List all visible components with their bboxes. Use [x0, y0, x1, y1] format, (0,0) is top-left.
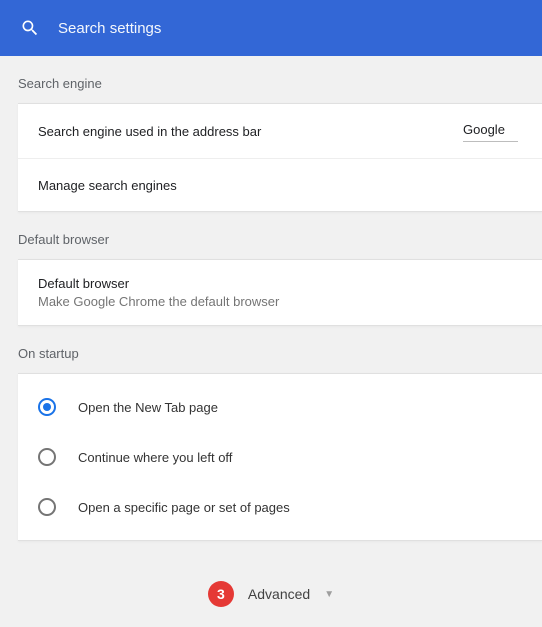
section-heading-on-startup: On startup — [0, 326, 542, 373]
startup-option-continue[interactable]: Continue where you left off — [18, 432, 542, 482]
chevron-down-icon: ▼ — [324, 589, 334, 600]
manage-search-engines-label: Manage search engines — [38, 178, 177, 193]
startup-option-specific-pages[interactable]: Open a specific page or set of pages — [18, 482, 542, 532]
search-engine-dropdown[interactable]: Google — [463, 120, 518, 142]
radio-icon — [38, 398, 56, 416]
search-icon — [20, 18, 40, 38]
search-engine-label-prefix: Search engine used in the — [38, 124, 193, 139]
startup-option-label: Continue where you left off — [78, 450, 232, 465]
manage-search-engines-row[interactable]: Manage search engines — [18, 159, 542, 211]
default-browser-card: Default browser Make Google Chrome the d… — [18, 259, 542, 326]
search-engine-addressbar-row[interactable]: Search engine used in the address bar Go… — [18, 104, 542, 159]
radio-icon — [38, 448, 56, 466]
radio-icon — [38, 498, 56, 516]
search-placeholder: Search settings — [58, 20, 161, 37]
default-browser-sub: Make Google Chrome the default browser — [38, 294, 522, 309]
step-badge: 3 — [208, 581, 234, 607]
settings-search-bar[interactable]: Search settings — [0, 0, 542, 56]
startup-option-label: Open a specific page or set of pages — [78, 500, 290, 515]
search-engine-card: Search engine used in the address bar Go… — [18, 103, 542, 212]
address-bar-link[interactable]: address bar — [193, 124, 262, 139]
default-browser-title: Default browser — [38, 276, 522, 291]
section-heading-default-browser: Default browser — [0, 212, 542, 259]
advanced-toggle[interactable]: 3 Advanced ▼ — [0, 541, 542, 627]
startup-option-new-tab[interactable]: Open the New Tab page — [18, 382, 542, 432]
default-browser-row[interactable]: Default browser Make Google Chrome the d… — [18, 260, 542, 325]
startup-card: Open the New Tab page Continue where you… — [18, 373, 542, 541]
startup-option-label: Open the New Tab page — [78, 400, 218, 415]
section-heading-search-engine: Search engine — [0, 56, 542, 103]
advanced-label: Advanced — [248, 586, 310, 602]
